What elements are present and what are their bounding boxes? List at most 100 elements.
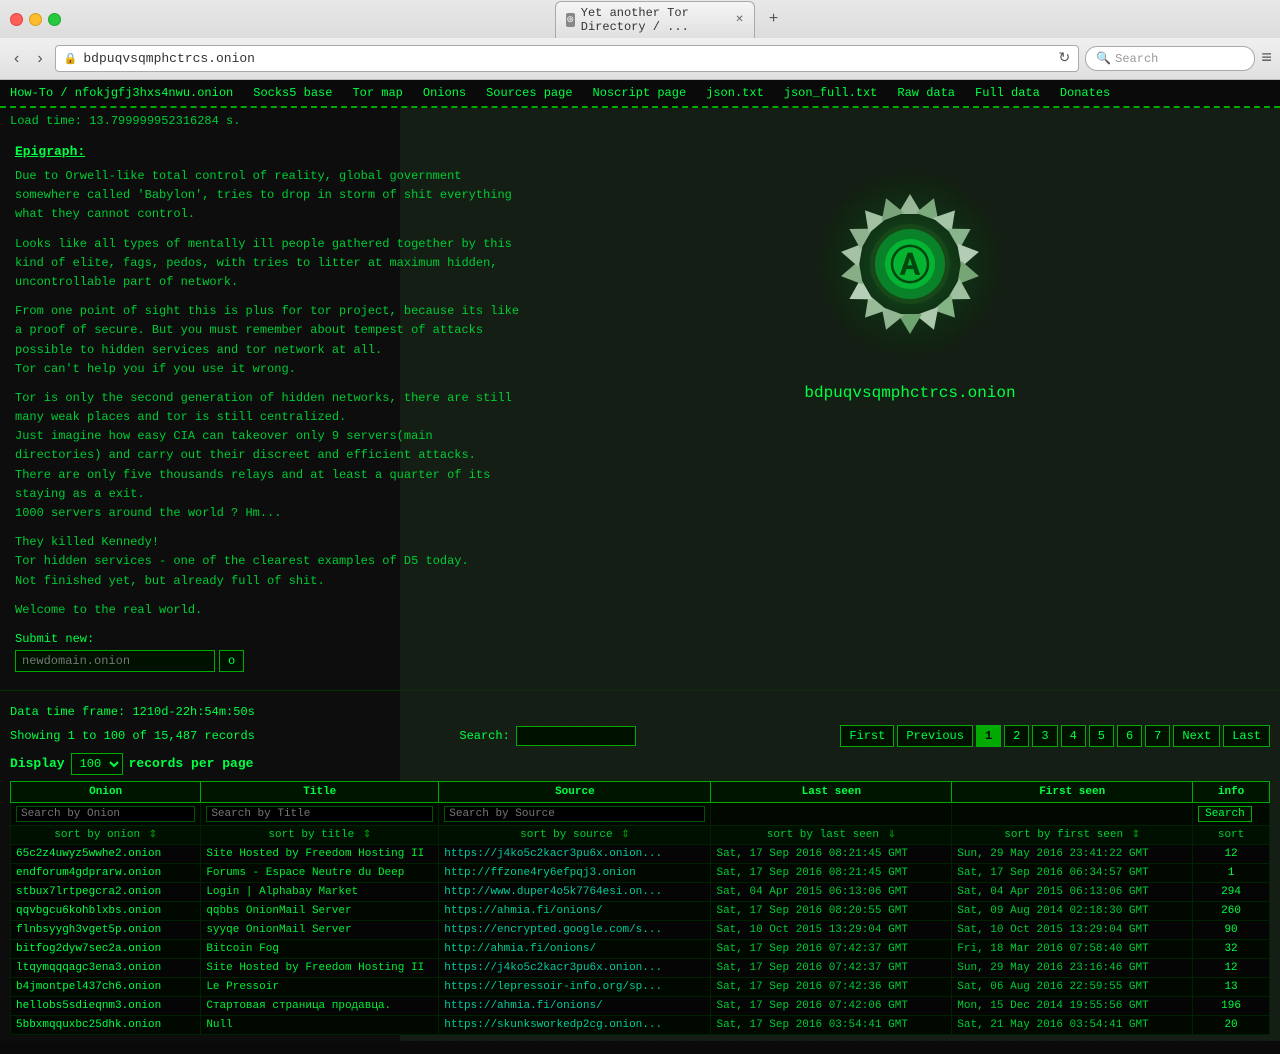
address-bar[interactable]: 🔒 bdpuqvsqmphctrcs.onion ↻ xyxy=(55,45,1080,72)
nav-rawdata[interactable]: Raw data xyxy=(897,86,955,100)
reload-button[interactable]: ↻ xyxy=(1058,50,1070,67)
cell-title: Bitcoin Fog xyxy=(201,939,439,958)
cell-title: Forums - Espace Neutre du Deep xyxy=(201,863,439,882)
tab-favicon: ⊛ xyxy=(566,13,575,27)
cell-info: 12 xyxy=(1193,844,1270,863)
table-row: ltqymqqqagc3ena3.onion Site Hosted by Fr… xyxy=(11,958,1270,977)
source-link[interactable]: http://ahmia.fi/onions/ xyxy=(444,943,596,955)
browser-tab[interactable]: ⊛ Yet another Tor Directory / ... ✕ xyxy=(555,1,755,38)
records-per-page-select[interactable]: 100 50 200 xyxy=(71,753,123,775)
search-label: Search: xyxy=(459,729,509,743)
cell-last-seen: Sat, 10 Oct 2015 13:29:04 GMT xyxy=(711,920,952,939)
epigraph-p2: Looks like all types of mentally ill peo… xyxy=(15,235,525,293)
nav-noscript[interactable]: Noscript page xyxy=(593,86,687,100)
onion-link[interactable]: stbux7lrtpegcra2.onion xyxy=(16,886,161,898)
table-row: endforum4gdprarw.onion Forums - Espace N… xyxy=(11,863,1270,882)
filter-onion-input[interactable] xyxy=(16,806,195,822)
page-7-button[interactable]: 7 xyxy=(1145,725,1170,747)
nav-donates[interactable]: Donates xyxy=(1060,86,1110,100)
table-row: stbux7lrtpegcra2.onion Login | Alphabay … xyxy=(11,882,1270,901)
table-row: qqvbgcu6kohblxbs.onion qqbbs OnionMail S… xyxy=(11,901,1270,920)
next-page-button[interactable]: Next xyxy=(1173,725,1220,747)
cell-first-seen: Mon, 15 Dec 2014 19:55:56 GMT xyxy=(952,996,1193,1015)
onion-link[interactable]: 65c2z4uwyz5wwhe2.onion xyxy=(16,848,161,860)
epigraph-title: Epigraph: xyxy=(15,144,525,159)
sort-title[interactable]: sort by title ⇕ xyxy=(201,825,439,844)
filter-search-button[interactable]: Search xyxy=(1198,806,1252,822)
sort-source[interactable]: sort by source ⇕ xyxy=(439,825,711,844)
nav-json-txt[interactable]: json.txt xyxy=(706,86,764,100)
submit-form: o xyxy=(15,650,525,672)
onion-link[interactable]: b4jmontpel437ch6.onion xyxy=(16,981,161,993)
onion-link[interactable]: endforum4gdprarw.onion xyxy=(16,867,161,879)
last-page-button[interactable]: Last xyxy=(1223,725,1270,747)
sort-onion[interactable]: sort by onion ⇕ xyxy=(11,825,201,844)
nav-fulldata[interactable]: Full data xyxy=(975,86,1040,100)
forward-button[interactable]: › xyxy=(31,46,48,72)
page-4-button[interactable]: 4 xyxy=(1061,725,1086,747)
source-link[interactable]: http://www.duper4o5k7764esi.on... xyxy=(444,886,662,898)
search-bar[interactable]: 🔍 Search xyxy=(1085,46,1255,71)
source-link[interactable]: http://ffzone4ry6efpqj3.onion xyxy=(444,867,635,879)
sort-first-seen[interactable]: sort by first seen ⇕ xyxy=(952,825,1193,844)
nav-socks5[interactable]: Socks5 base xyxy=(253,86,332,100)
tor-logo: Ⓐ xyxy=(800,154,1020,374)
nav-sources[interactable]: Sources page xyxy=(486,86,572,100)
onion-link[interactable]: bitfog2dyw7sec2a.onion xyxy=(16,943,161,955)
epigraph-p3: From one point of sight this is plus for… xyxy=(15,302,525,379)
tab-close-icon[interactable]: ✕ xyxy=(735,14,743,26)
back-button[interactable]: ‹ xyxy=(8,46,25,72)
cell-info: 20 xyxy=(1193,1015,1270,1034)
source-link[interactable]: https://ahmia.fi/onions/ xyxy=(444,905,602,917)
source-link[interactable]: https://j4ko5c2kacr3pu6x.onion... xyxy=(444,962,662,974)
source-link[interactable]: https://j4ko5c2kacr3pu6x.onion... xyxy=(444,848,662,860)
nav-howto[interactable]: How-To / nfokjgfj3hxs4nwu.onion xyxy=(10,86,233,100)
minimize-button[interactable] xyxy=(29,13,42,26)
filter-row: Search xyxy=(11,802,1270,825)
nav-json-full[interactable]: json_full.txt xyxy=(784,86,878,100)
hamburger-menu[interactable]: ≡ xyxy=(1261,49,1272,69)
nav-tormap[interactable]: Tor map xyxy=(352,86,402,100)
onion-link[interactable]: hellobs5sdieqnm3.onion xyxy=(16,1000,161,1012)
pagination-row: Showing 1 to 100 of 15,487 records Searc… xyxy=(10,725,1270,747)
table-row: b4jmontpel437ch6.onion Le Pressoir https… xyxy=(11,977,1270,996)
cell-info: 294 xyxy=(1193,882,1270,901)
sort-last-seen[interactable]: sort by last seen ⇓ xyxy=(711,825,952,844)
nav-onions[interactable]: Onions xyxy=(423,86,466,100)
cell-title: syyqe OnionMail Server xyxy=(201,920,439,939)
left-column: Epigraph: Due to Orwell-like total contr… xyxy=(0,134,540,682)
col-info: info xyxy=(1193,781,1270,802)
filter-source-input[interactable] xyxy=(444,806,705,822)
source-link[interactable]: https://lepressoir-info.org/sp... xyxy=(444,981,662,993)
close-button[interactable] xyxy=(10,13,23,26)
col-first-seen: First seen xyxy=(952,781,1193,802)
onion-link[interactable]: flnbsyygh3vget5p.onion xyxy=(16,924,161,936)
page-2-button[interactable]: 2 xyxy=(1004,725,1029,747)
filter-title-input[interactable] xyxy=(206,806,433,822)
first-page-button[interactable]: First xyxy=(840,725,894,747)
new-tab-button[interactable]: + xyxy=(763,10,785,28)
submit-input[interactable] xyxy=(15,650,215,672)
onion-link[interactable]: qqvbgcu6kohblxbs.onion xyxy=(16,905,161,917)
right-column: Ⓐ bdpuqvsqmphctrcs.onion xyxy=(540,134,1280,682)
onion-link[interactable]: ltqymqqqagc3ena3.onion xyxy=(16,962,161,974)
source-link[interactable]: https://skunksworkedp2cg.onion... xyxy=(444,1019,662,1031)
cell-info: 196 xyxy=(1193,996,1270,1015)
prev-page-button[interactable]: Previous xyxy=(897,725,973,747)
sort-onion-arrow: ⇕ xyxy=(149,830,157,841)
source-link[interactable]: https://encrypted.google.com/s... xyxy=(444,924,662,936)
sort-firstseen-arrow: ⇕ xyxy=(1132,830,1140,841)
onion-link[interactable]: 5bbxmqquxbc25dhk.onion xyxy=(16,1019,161,1031)
page-1-button[interactable]: 1 xyxy=(976,725,1001,747)
cell-info: 13 xyxy=(1193,977,1270,996)
source-link[interactable]: https://ahmia.fi/onions/ xyxy=(444,1000,602,1012)
main-search-input[interactable] xyxy=(516,726,636,746)
page-3-button[interactable]: 3 xyxy=(1032,725,1057,747)
page-6-button[interactable]: 6 xyxy=(1117,725,1142,747)
fullscreen-button[interactable] xyxy=(48,13,61,26)
submit-button[interactable]: o xyxy=(219,650,244,672)
sort-info[interactable]: sort xyxy=(1193,825,1270,844)
page-5-button[interactable]: 5 xyxy=(1089,725,1114,747)
cell-first-seen: Sat, 09 Aug 2014 02:18:30 GMT xyxy=(952,901,1193,920)
cell-title: Site Hosted by Freedom Hosting II xyxy=(201,958,439,977)
